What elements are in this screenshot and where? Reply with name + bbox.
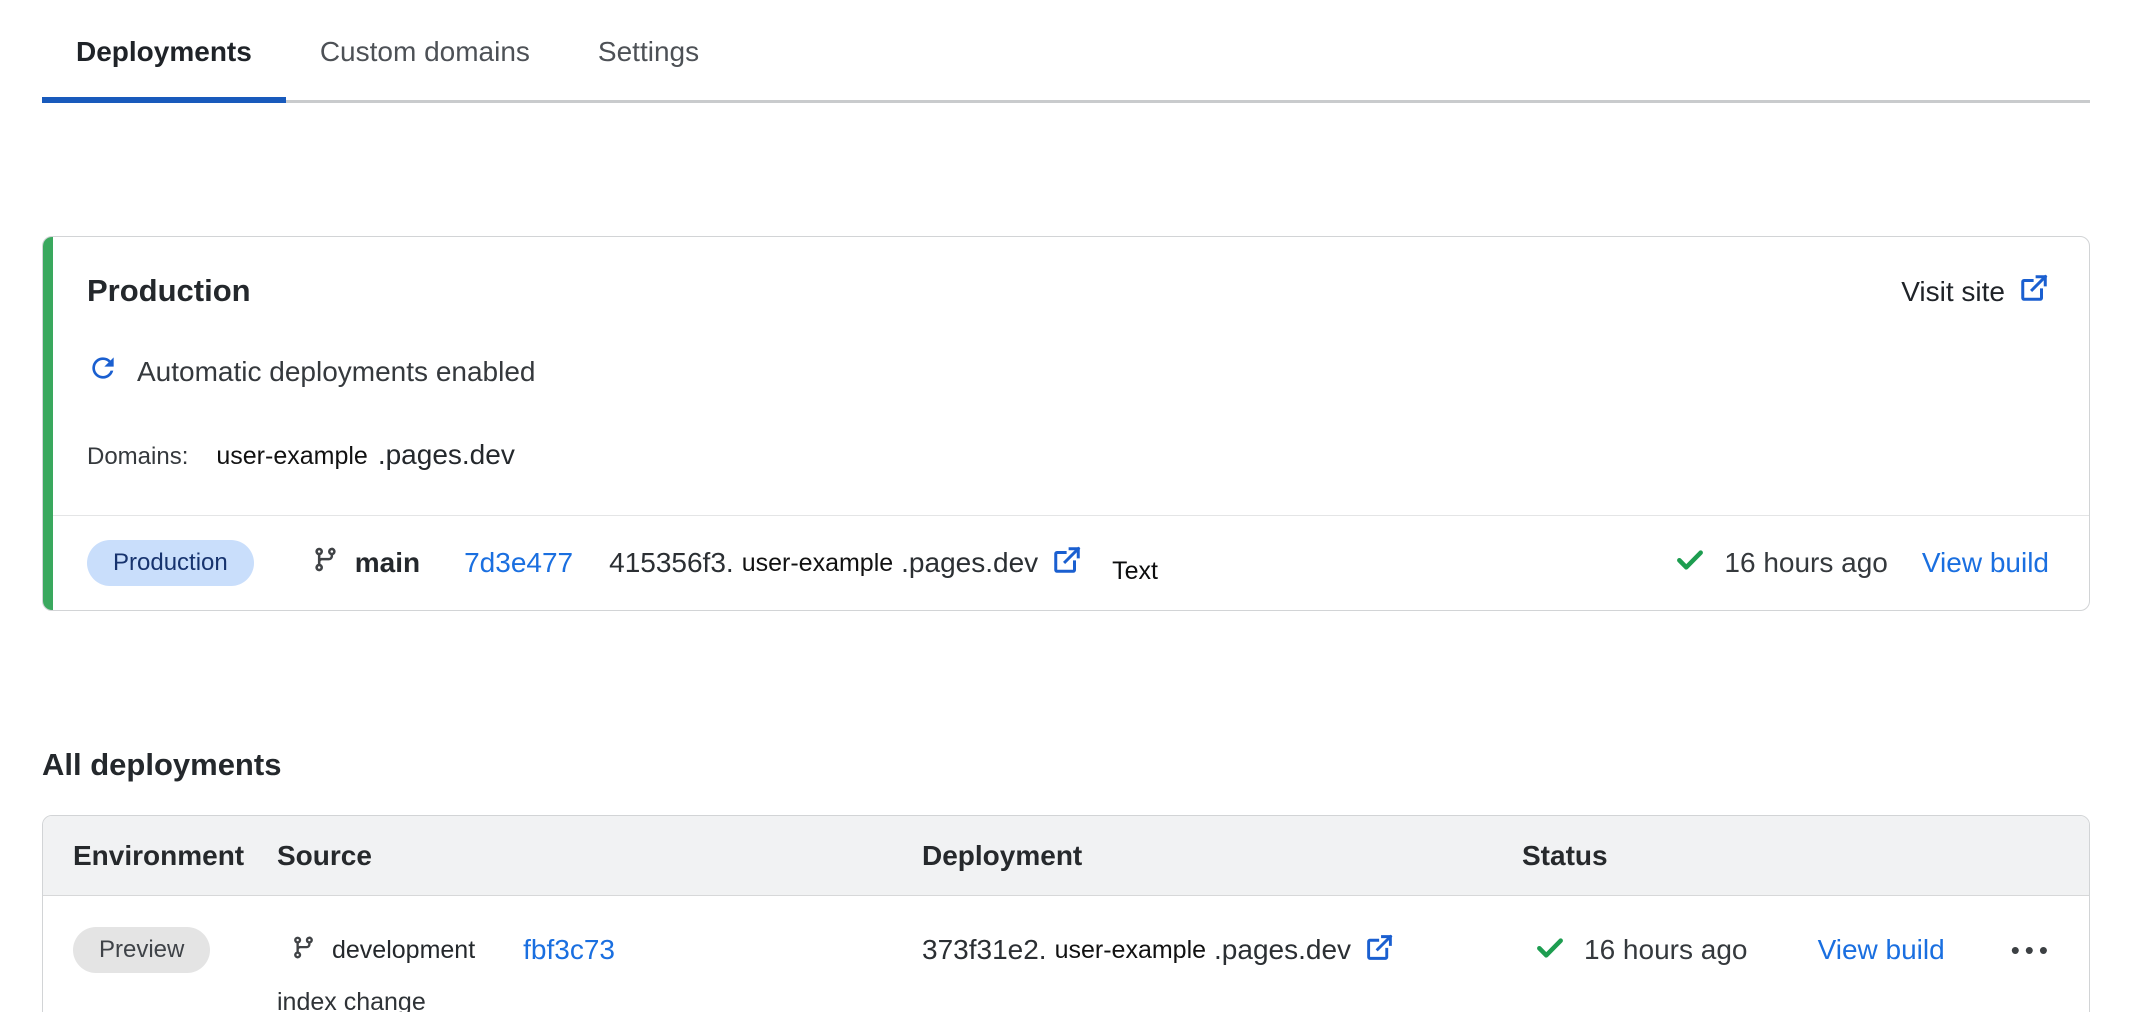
- view-build-link[interactable]: View build: [1922, 547, 2049, 579]
- git-branch-icon: [312, 546, 339, 580]
- source-cell: development fbf3c73 index change: [277, 926, 922, 1012]
- deployment-url-name: user-example: [1055, 936, 1206, 965]
- domain-name: user-example: [216, 442, 367, 471]
- deploy-time: 16 hours ago: [1584, 934, 1747, 966]
- production-deployment-row: Production main 7d3e477 415356f3. user-e…: [43, 515, 2089, 610]
- tabs-bar: Deployments Custom domains Settings: [42, 0, 2090, 103]
- tab-custom-domains[interactable]: Custom domains: [286, 24, 564, 100]
- column-header-deployment: Deployment: [922, 840, 1522, 872]
- deployment-url-suffix: .pages.dev: [901, 547, 1038, 579]
- tab-settings[interactable]: Settings: [564, 24, 733, 100]
- deployments-table: Environment Source Deployment Status Pre…: [42, 815, 2090, 1012]
- branch-name: development: [332, 936, 475, 965]
- table-row: Preview development fbf3c73 index change…: [43, 896, 2089, 1012]
- commit-link[interactable]: 7d3e477: [464, 547, 573, 579]
- commit-message: index change: [277, 988, 922, 1012]
- column-header-source: Source: [277, 840, 922, 872]
- success-check-icon: [1534, 932, 1566, 969]
- refresh-icon: [87, 352, 119, 391]
- domains-label: Domains:: [87, 443, 188, 471]
- external-link-icon: [1365, 933, 1394, 967]
- commit-link[interactable]: fbf3c73: [523, 934, 615, 966]
- column-header-environment: Environment: [73, 840, 277, 872]
- status-cell: 16 hours ago View build •••: [1522, 926, 2089, 974]
- deployment-url-link[interactable]: 415356f3. user-example .pages.dev: [609, 545, 1082, 582]
- column-header-status: Status: [1522, 840, 2089, 872]
- view-build-link[interactable]: View build: [1818, 934, 1945, 966]
- visit-site-link[interactable]: Visit site: [1901, 273, 2049, 310]
- tab-deployments[interactable]: Deployments: [42, 24, 286, 100]
- deploy-time: 16 hours ago: [1724, 547, 1887, 579]
- deployment-url-link[interactable]: 373f31e2. user-example .pages.dev: [922, 926, 1522, 974]
- environment-badge: Preview: [73, 927, 210, 973]
- production-card-body: Production Visit site Automatic deploym: [43, 237, 2089, 515]
- deployment-url-name: user-example: [742, 549, 893, 578]
- auto-deployments-text: Automatic deployments enabled: [137, 356, 535, 388]
- environment-badge: Production: [87, 540, 254, 586]
- external-link-icon: [1052, 545, 1082, 582]
- visit-site-label: Visit site: [1901, 276, 2005, 308]
- table-header-row: Environment Source Deployment Status: [43, 816, 2089, 896]
- git-branch-icon: [291, 935, 316, 965]
- success-check-icon: [1674, 544, 1706, 583]
- ellipsis-menu-icon[interactable]: •••: [2011, 937, 2053, 963]
- deployment-url-prefix: 373f31e2.: [922, 934, 1047, 966]
- note-text: Text: [1112, 557, 1158, 586]
- production-title: Production: [87, 273, 251, 309]
- deployment-url-prefix: 415356f3.: [609, 547, 734, 579]
- deployment-url-suffix: .pages.dev: [1214, 934, 1351, 966]
- branch-name: main: [355, 547, 420, 579]
- all-deployments-title: All deployments: [42, 747, 2132, 783]
- production-card: Production Visit site Automatic deploym: [42, 236, 2090, 611]
- external-link-icon: [2019, 273, 2049, 310]
- domain-suffix: .pages.dev: [378, 439, 515, 471]
